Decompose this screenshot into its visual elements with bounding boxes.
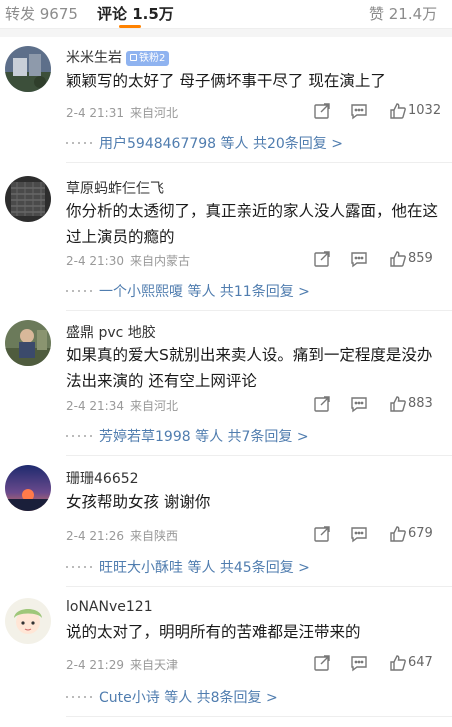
tab-likes[interactable]: 赞 21.4万	[369, 3, 437, 24]
like-count: 859	[408, 251, 433, 266]
fan-badge-label: 铁粉2	[139, 53, 166, 64]
commenter-name[interactable]: 米米生岩 铁粉2	[66, 47, 170, 67]
comment-meta: 2-4 21:26 来自陕西	[66, 527, 178, 544]
avatar[interactable]	[5, 320, 51, 366]
reply-icon[interactable]	[350, 102, 368, 120]
reply-preview[interactable]: 用户5948467798 等人 共20条回复 >	[66, 136, 444, 162]
tab-comments[interactable]: 评论 1.5万	[97, 3, 174, 24]
reply-preview[interactable]: Cute小诗 等人 共8条回复 >	[66, 690, 444, 716]
comment-location: 来自陕西	[130, 529, 179, 543]
comment-actions: 883	[310, 395, 452, 415]
reply-dots	[66, 435, 92, 437]
share-icon[interactable]	[313, 654, 331, 672]
reply-preview[interactable]: 芳婷若草1998 等人 共7条回复 >	[66, 429, 444, 455]
reply-preview[interactable]: 一个小熙熙嗄 等人 共11条回复 >	[66, 284, 444, 310]
commenter-name[interactable]: 盛鼎 pvc 地胶	[66, 322, 156, 342]
reply-dots	[66, 696, 92, 698]
reply-icon[interactable]	[350, 395, 368, 413]
avatar[interactable]	[5, 598, 51, 644]
avatar[interactable]	[5, 176, 51, 222]
reply-summary[interactable]: 芳婷若草1998 等人 共7条回复 >	[99, 426, 309, 446]
comment-text: 女孩帮助女孩 谢谢你	[66, 493, 211, 511]
comment-actions: 679	[310, 525, 452, 545]
comment-text: 颖颖写的太好了 母子俩坏事干尽了 现在演上了	[66, 72, 386, 90]
badge-icon	[130, 54, 137, 61]
like-icon[interactable]	[389, 654, 407, 672]
comment-meta: 2-4 21:30 来自内蒙古	[66, 252, 190, 269]
comment-divider	[66, 586, 452, 587]
comment-location: 来自天津	[130, 658, 179, 672]
reply-dots	[66, 290, 92, 292]
reply-summary[interactable]: 用户5948467798 等人 共20条回复 >	[99, 133, 343, 153]
comment-location: 来自河北	[130, 399, 179, 413]
comment-text: 说的太对了，明明所有的苦难都是汪带来的	[66, 623, 361, 641]
comment-actions: 1032	[310, 102, 452, 122]
like-count: 679	[408, 526, 433, 541]
reply-icon[interactable]	[350, 654, 368, 672]
reply-dots	[66, 566, 92, 568]
comment-text: 你分析的太透彻了，真正亲近的家人没人露面，他在这过上演员的瘾的	[66, 202, 439, 246]
commenter-name[interactable]: 珊珊46652	[66, 468, 139, 488]
comment-meta: 2-4 21:34 来自河北	[66, 397, 178, 414]
like-icon[interactable]	[389, 250, 407, 268]
comment-time: 2-4 21:29	[66, 658, 124, 672]
like-icon[interactable]	[389, 525, 407, 543]
comment-divider	[66, 455, 452, 456]
share-icon[interactable]	[313, 525, 331, 543]
like-icon[interactable]	[389, 102, 407, 120]
like-icon[interactable]	[389, 395, 407, 413]
commenter-name[interactable]: loNANve121	[66, 599, 153, 615]
reply-dots	[66, 142, 92, 144]
like-count: 647	[408, 655, 433, 670]
comment-actions: 647	[310, 654, 452, 674]
comment-divider	[66, 310, 452, 311]
comment-location: 来自内蒙古	[130, 254, 191, 268]
like-count: 883	[408, 396, 433, 411]
reply-summary[interactable]: 旺旺大小酥哇 等人 共45条回复 >	[99, 557, 310, 577]
commenter-name[interactable]: 草原蚂蚱仨仨飞	[66, 178, 164, 198]
comment-time: 2-4 21:26	[66, 529, 124, 543]
share-icon[interactable]	[313, 102, 331, 120]
comment-location: 来自河北	[130, 106, 179, 120]
comment-divider	[66, 716, 452, 717]
avatar[interactable]	[5, 46, 51, 92]
comment-actions: 859	[310, 250, 452, 270]
comment-meta: 2-4 21:31 来自河北	[66, 104, 178, 121]
comment-tabs: 转发 9675 评论 1.5万 赞 21.4万	[0, 0, 452, 28]
reply-summary[interactable]: Cute小诗 等人 共8条回复 >	[99, 687, 278, 707]
share-icon[interactable]	[313, 250, 331, 268]
share-icon[interactable]	[313, 395, 331, 413]
reply-icon[interactable]	[350, 250, 368, 268]
reply-summary[interactable]: 一个小熙熙嗄 等人 共11条回复 >	[99, 281, 310, 301]
commenter-name-text[interactable]: 米米生岩	[66, 50, 122, 66]
comment-time: 2-4 21:34	[66, 399, 124, 413]
comment-text: 如果真的爱大S就别出来卖人设。痛到一定程度是没办法出来演的 还有空上网评论	[66, 346, 433, 390]
fan-badge: 铁粉2	[126, 51, 170, 66]
reply-preview[interactable]: 旺旺大小酥哇 等人 共45条回复 >	[66, 560, 444, 586]
section-gap	[0, 29, 452, 37]
comment-time: 2-4 21:31	[66, 106, 124, 120]
like-count: 1032	[408, 103, 442, 118]
tab-reposts[interactable]: 转发 9675	[5, 3, 78, 24]
comment-meta: 2-4 21:29 来自天津	[66, 656, 178, 673]
reply-icon[interactable]	[350, 525, 368, 543]
avatar[interactable]	[5, 465, 51, 511]
comment-time: 2-4 21:30	[66, 254, 124, 268]
comment-divider	[66, 162, 452, 163]
